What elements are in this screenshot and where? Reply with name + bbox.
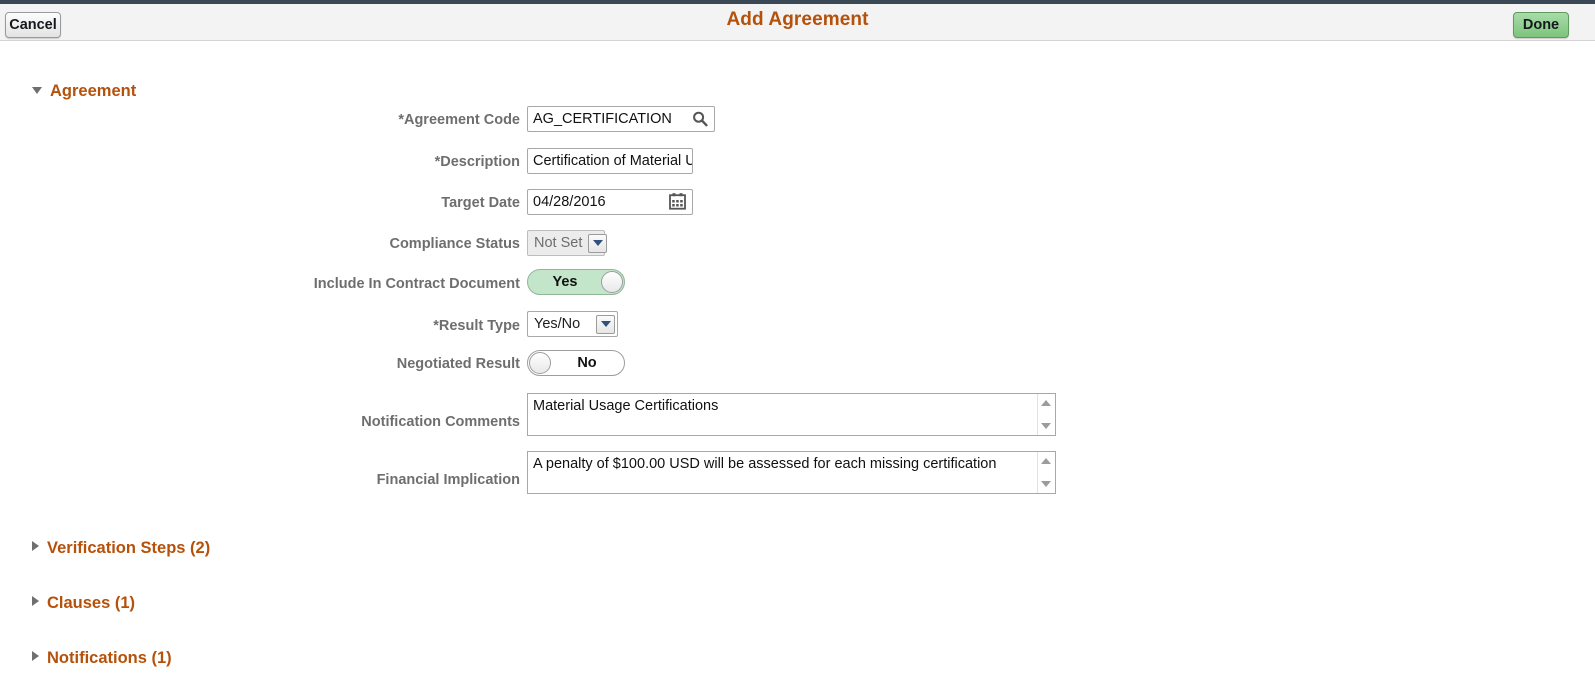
section-header-clauses-label: Clauses (1) [47,594,136,612]
label-agreement-code-wrap: *Agreement Code [0,110,520,130]
label-notification-comments-wrap: Notification Comments [0,412,520,432]
label-compliance-status-wrap: Compliance Status [0,234,520,254]
notification-comments-textarea[interactable]: Material Usage Certifications [527,393,1056,436]
include-in-contract-document-toggle[interactable]: Yes [527,269,625,295]
label-compliance-status: Compliance Status [389,236,520,252]
chevron-right-icon [32,541,39,551]
agreement-code-input[interactable]: AG_CERTIFICATION [527,106,715,132]
label-negotiated-result-wrap: Negotiated Result [0,354,520,374]
label-description: *Description [434,154,520,170]
scroll-down-icon[interactable] [1041,423,1051,429]
scroll-up-icon[interactable] [1041,400,1051,406]
page-header: Cancel Add Agreement Done [0,0,1595,41]
label-result-type: *Result Type [433,318,520,334]
result-type-value: Yes/No [534,316,581,332]
negotiated-result-value: No [577,355,597,371]
label-financial-implication-wrap: Financial Implication [0,470,520,490]
chevron-down-icon [588,233,608,253]
negotiated-result-toggle[interactable]: No [527,350,625,376]
toggle-knob [601,271,623,293]
label-agreement-code: *Agreement Code [398,112,520,128]
compliance-status-select[interactable]: Not Set [527,230,608,256]
chevron-right-icon [32,596,39,606]
notification-comments-scrollbar[interactable] [1037,394,1055,435]
section-header-notifications[interactable]: Notifications (1) [32,649,172,668]
include-in-contract-document-value: Yes [552,274,578,290]
result-type-select[interactable]: Yes/No [527,311,618,337]
notification-comments-value[interactable]: Material Usage Certifications [533,397,1035,416]
chevron-down-icon [596,314,615,334]
financial-implication-scrollbar[interactable] [1037,452,1055,493]
toggle-knob [529,352,551,374]
compliance-status-value: Not Set [534,235,583,251]
section-header-verification-steps-label: Verification Steps (2) [47,539,211,557]
scroll-down-icon[interactable] [1041,481,1051,487]
search-icon[interactable] [691,110,709,128]
label-include-in-contract-document-wrap: Include In Contract Document [0,274,520,294]
page-title: Add Agreement [726,9,869,30]
section-header-agreement-label: Agreement [50,82,137,100]
description-input[interactable]: Certification of Material U [527,148,693,174]
label-notification-comments: Notification Comments [361,414,520,430]
label-description-wrap: *Description [0,152,520,172]
label-negotiated-result: Negotiated Result [396,356,520,372]
label-target-date: Target Date [441,195,520,211]
section-header-verification-steps[interactable]: Verification Steps (2) [32,539,210,558]
financial-implication-value[interactable]: A penalty of $100.00 USD will be assesse… [533,455,1035,474]
label-financial-implication: Financial Implication [376,472,520,488]
done-button[interactable]: Done [1513,12,1569,38]
label-target-date-wrap: Target Date [0,193,520,213]
calendar-icon[interactable] [668,192,687,211]
section-header-clauses[interactable]: Clauses (1) [32,594,135,613]
chevron-down-icon [32,87,42,94]
label-include-in-contract-document: Include In Contract Document [313,276,520,292]
scroll-up-icon[interactable] [1041,458,1051,464]
section-header-notifications-label: Notifications (1) [47,649,172,667]
financial-implication-textarea[interactable]: A penalty of $100.00 USD will be assesse… [527,451,1056,494]
label-result-type-wrap: *Result Type [0,316,520,336]
section-header-agreement[interactable]: Agreement [32,82,136,101]
chevron-right-icon [32,651,39,661]
